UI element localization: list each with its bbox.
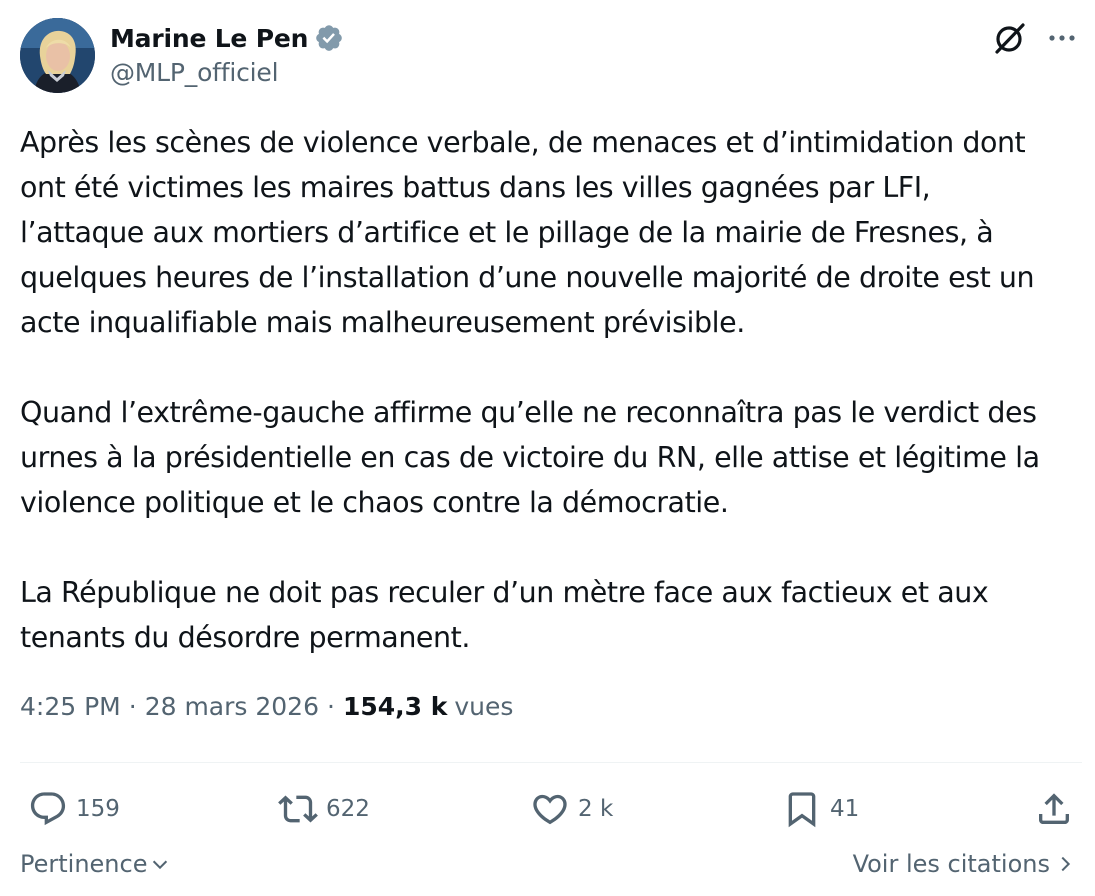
divider bbox=[20, 762, 1082, 763]
views-count[interactable]: 154,3 k bbox=[343, 692, 447, 721]
replies-footer: Pertinence Voir les citations bbox=[20, 850, 1082, 890]
sort-replies-button[interactable]: Pertinence bbox=[20, 850, 171, 878]
tweet-date[interactable]: 28 mars 2026 bbox=[145, 692, 319, 721]
like-button[interactable]: 2 k bbox=[530, 784, 613, 834]
action-bar: 159 622 2 k 41 bbox=[20, 784, 1082, 834]
meta-separator: · bbox=[128, 692, 137, 721]
reply-count: 159 bbox=[76, 796, 120, 822]
author-handle[interactable]: @MLP_officiel bbox=[110, 58, 344, 87]
tweet-meta: 4:25 PM · 28 mars 2026 · 154,3 k vues bbox=[20, 692, 513, 721]
sort-label: Pertinence bbox=[20, 850, 148, 878]
view-quotes-link[interactable]: Voir les citations bbox=[853, 850, 1076, 878]
chevron-right-icon bbox=[1061, 856, 1071, 872]
chevron-down-icon bbox=[153, 860, 168, 870]
more-icon[interactable] bbox=[1044, 20, 1080, 56]
bookmark-button[interactable]: 41 bbox=[782, 784, 859, 834]
heart-icon bbox=[533, 794, 567, 825]
reply-button[interactable]: 159 bbox=[28, 784, 120, 834]
tweet-paragraph: Quand l’extrême-gauche affirme qu’elle n… bbox=[20, 396, 1040, 519]
like-count: 2 k bbox=[578, 796, 614, 822]
share-icon bbox=[1039, 793, 1069, 824]
tweet-time[interactable]: 4:25 PM bbox=[20, 692, 121, 721]
bookmark-icon bbox=[788, 792, 816, 828]
author-name[interactable]: Marine Le Pen bbox=[110, 24, 308, 53]
retweet-count: 622 bbox=[326, 796, 370, 822]
author-name-row: Marine Le Pen bbox=[110, 20, 344, 56]
grok-icon[interactable] bbox=[992, 20, 1028, 56]
tweet-paragraph: Après les scènes de violence verbale, de… bbox=[20, 126, 1035, 339]
author-block: Marine Le Pen @MLP_officiel bbox=[110, 20, 344, 87]
meta-separator: · bbox=[327, 692, 335, 721]
bookmark-count: 41 bbox=[830, 796, 860, 822]
avatar[interactable] bbox=[20, 18, 95, 93]
verified-badge-icon[interactable] bbox=[314, 23, 344, 53]
retweet-icon bbox=[278, 795, 318, 823]
views-label: vues bbox=[454, 692, 514, 721]
retweet-button[interactable]: 622 bbox=[278, 784, 370, 834]
tweet-text: Après les scènes de violence verbale, de… bbox=[20, 120, 1082, 660]
quotes-label: Voir les citations bbox=[852, 850, 1050, 878]
reply-icon bbox=[30, 792, 66, 826]
share-button[interactable] bbox=[1034, 784, 1074, 834]
tweet-paragraph: La République ne doit pas reculer d’un m… bbox=[20, 576, 989, 654]
tweet-header: Marine Le Pen @MLP_officiel bbox=[20, 18, 1080, 98]
